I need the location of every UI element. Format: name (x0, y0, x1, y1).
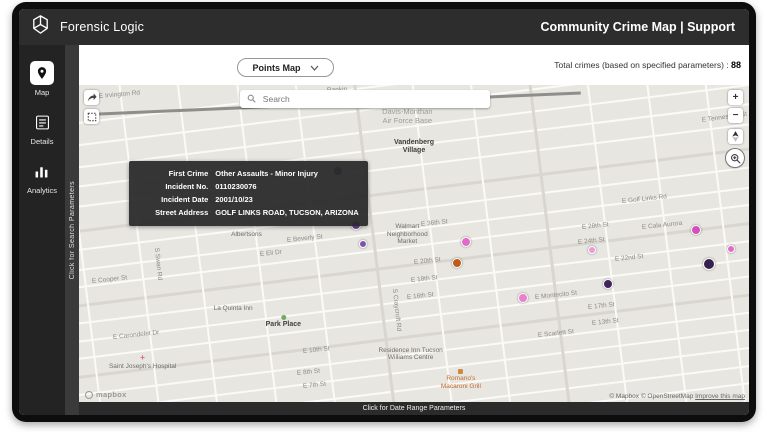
map-canvas[interactable]: RankinE Irvington RdDavis-Monthan Air Fo… (79, 85, 749, 402)
map-label: Albertsons (231, 231, 262, 239)
sidebar-item-map[interactable]: Map (30, 61, 54, 97)
cross-icon: + (140, 354, 145, 362)
crime-point[interactable] (518, 293, 528, 303)
map-arrow-tool-button[interactable] (84, 90, 99, 105)
crime-point[interactable] (703, 258, 715, 270)
map-extent-tool-button[interactable] (84, 109, 99, 124)
crime-point[interactable] (727, 245, 735, 253)
compass-button[interactable] (728, 129, 743, 144)
map-label: Davis-Monthan Air Force Base (382, 107, 432, 125)
crime-point[interactable] (588, 246, 596, 254)
map-toolbar: Points Map Total crimes (based on specif… (79, 45, 749, 85)
tree-icon (281, 315, 286, 320)
sidebar-item-details[interactable]: Details (30, 110, 54, 146)
tooltip-row: Street AddressGOLF LINKS ROAD, TUCSON, A… (138, 206, 358, 219)
map-pin-icon (30, 61, 54, 85)
improve-map-link[interactable]: Improve this map (695, 393, 745, 400)
screenshot-stage: Forensic Logic Community Crime Map | Sup… (0, 0, 768, 432)
map-label: +Saint Joseph's Hospital (109, 354, 176, 371)
details-list-icon (30, 110, 54, 134)
forensic-logic-logo (29, 13, 52, 41)
mapbox-icon (85, 391, 93, 399)
map-attribution: © Mapbox © OpenStreetMap Improve this ma… (609, 393, 745, 400)
brand-name: Forensic Logic (60, 20, 144, 34)
crime-tooltip: First CrimeOther Assaults - Minor Injury… (129, 161, 367, 226)
tooltip-row: First CrimeOther Assaults - Minor Injury (138, 167, 358, 180)
crime-point[interactable] (603, 279, 613, 289)
map-type-dropdown[interactable]: Points Map (237, 58, 334, 77)
map-label: Residence Inn Tucson Williams Centre (378, 347, 442, 363)
map-search-bar (240, 90, 490, 108)
tooltip-row: Incident No.0110230076 (138, 180, 358, 193)
crime-point[interactable] (452, 258, 462, 268)
sidebar: Map Details (19, 45, 65, 415)
food-icon (458, 369, 463, 374)
date-range-bar-label: Click for Date Range Parameters (363, 405, 466, 412)
main-panel: Points Map Total crimes (based on specif… (79, 45, 749, 415)
map-label: La Quinta Inn (214, 305, 253, 313)
map-label: Park Place (266, 315, 301, 329)
crime-point[interactable] (461, 237, 471, 247)
map-label: Romano's Macaroni Grill (441, 369, 481, 391)
zoom-out-button[interactable]: − (728, 108, 743, 123)
app-body: Map Details (19, 45, 749, 415)
app-header: Forensic Logic Community Crime Map | Sup… (19, 9, 749, 45)
mapbox-logo[interactable]: mapbox (85, 390, 127, 399)
sidebar-item-label: Map (35, 88, 50, 97)
map-type-label: Points Map (252, 63, 300, 73)
search-icon (247, 90, 256, 108)
total-crimes-value: 88 (731, 60, 741, 70)
header-links[interactable]: Community Crime Map | Support (541, 20, 735, 34)
tooltip-row: Incident Date2001/10/23 (138, 193, 358, 206)
date-range-bar[interactable]: Click for Date Range Parameters (79, 402, 749, 415)
crime-point[interactable] (691, 225, 701, 235)
crime-point[interactable] (359, 240, 367, 248)
community-crime-map-app: Forensic Logic Community Crime Map | Sup… (19, 9, 749, 415)
sidebar-item-label: Analytics (27, 186, 57, 195)
map-label: Vandenberg Village (394, 139, 434, 156)
app-window: Forensic Logic Community Crime Map | Sup… (12, 2, 756, 422)
sidebar-item-analytics[interactable]: Analytics (27, 159, 57, 195)
map-label: Walmart Neighborhood Market (387, 223, 428, 246)
search-input[interactable] (261, 93, 483, 105)
brand: Forensic Logic (29, 13, 144, 41)
search-parameters-strip-label: Click for Search Parameters (69, 181, 76, 279)
chevron-down-icon (310, 63, 319, 73)
zoom-box-magnifier-button[interactable] (726, 149, 744, 167)
sidebar-item-label: Details (31, 137, 54, 146)
zoom-in-button[interactable]: + (728, 90, 743, 105)
total-crimes: Total crimes (based on specified paramet… (554, 60, 749, 70)
search-parameters-strip[interactable]: Click for Search Parameters (65, 45, 79, 415)
analytics-chart-icon (30, 159, 54, 183)
